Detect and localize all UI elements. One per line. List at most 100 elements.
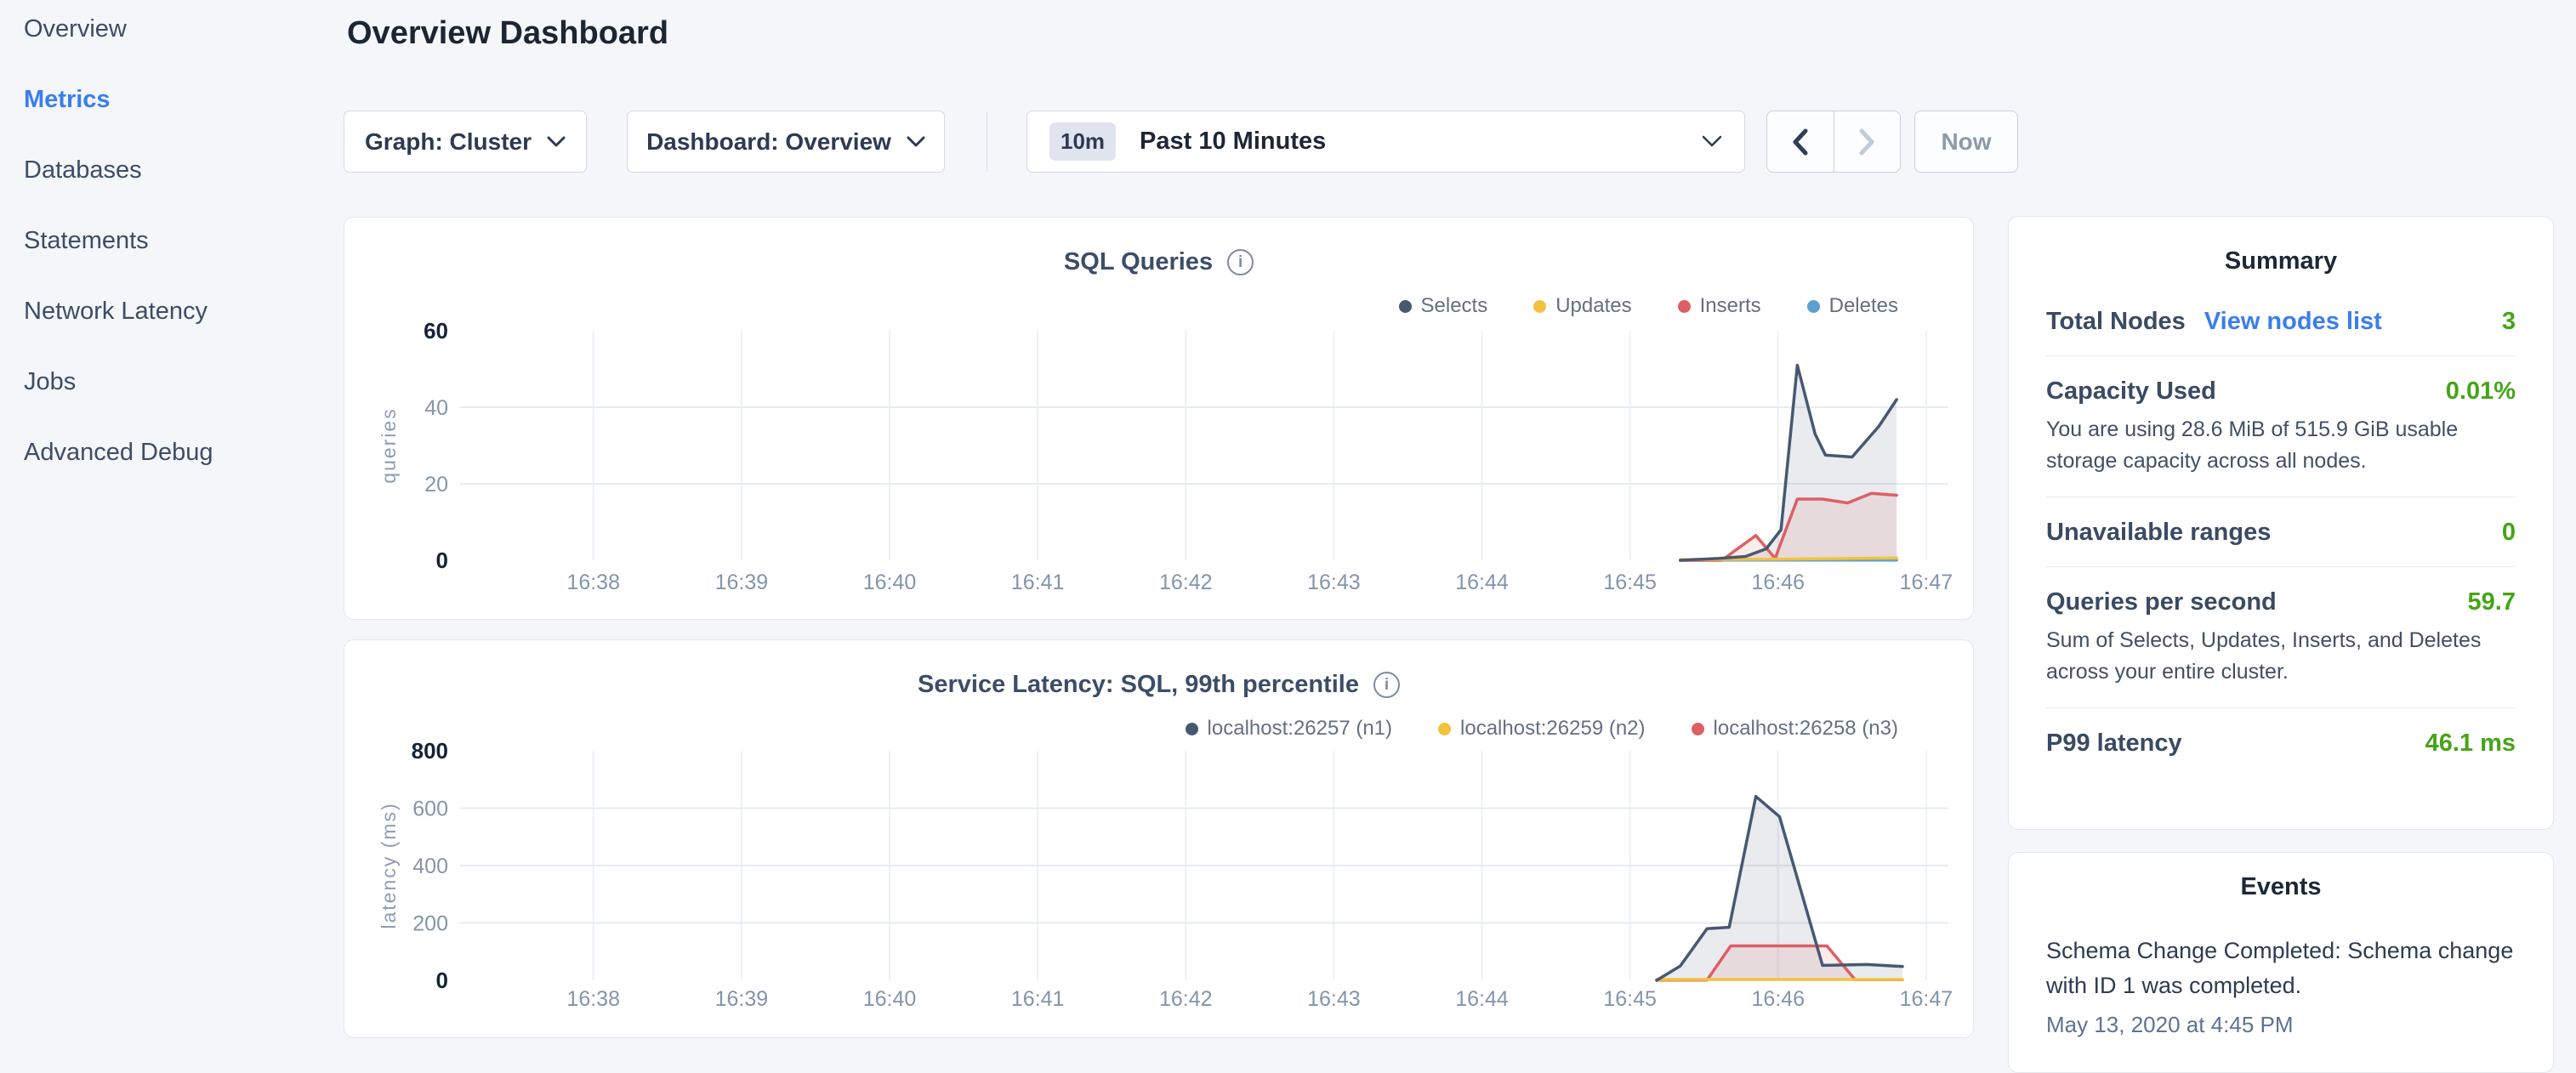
sql-queries-chart[interactable]: 16:3816:3916:4016:4116:4216:4316:4416:45… xyxy=(344,218,1973,619)
sidebar-item-databases[interactable]: Databases xyxy=(0,135,333,206)
legend-label: Updates xyxy=(1555,294,1631,318)
svg-text:16:39: 16:39 xyxy=(715,571,769,594)
summary-description: You are using 28.6 MiB of 515.9 GiB usab… xyxy=(2046,414,2516,477)
summary-row: Total NodesView nodes list3 xyxy=(2046,308,2516,355)
info-icon[interactable]: i xyxy=(1373,672,1400,698)
svg-text:16:45: 16:45 xyxy=(1603,571,1657,594)
svg-text:16:38: 16:38 xyxy=(566,571,620,594)
svg-text:16:47: 16:47 xyxy=(1900,571,1953,594)
graph-scope-dropdown-label: Graph: Cluster xyxy=(365,128,532,156)
sidebar: OverviewMetricsDatabasesStatementsNetwor… xyxy=(0,0,333,1051)
svg-text:16:42: 16:42 xyxy=(1159,571,1213,594)
legend-dot-icon xyxy=(1533,300,1546,313)
time-step-button-group xyxy=(1766,111,1901,173)
chart-title-text: Service Latency: SQL, 99th percentile xyxy=(918,671,1359,699)
event-timestamp: May 13, 2020 at 4:45 PM xyxy=(2046,1012,2516,1038)
service-latency-card: 16:3816:3916:4016:4116:4216:4316:4416:45… xyxy=(344,639,1974,1038)
summary-row: P99 latency 46.1 ms xyxy=(2046,707,2516,777)
legend-dot-icon xyxy=(1692,723,1704,735)
dashboard-dropdown-label: Dashboard: Overview xyxy=(646,128,891,156)
legend-dot-icon xyxy=(1438,723,1451,735)
event-item[interactable]: Schema Change Completed: Schema change w… xyxy=(2046,934,2516,1038)
summary-value: 0 xyxy=(2502,519,2516,547)
summary-value: 46.1 ms xyxy=(2425,730,2516,758)
legend-label: localhost:26258 (n3) xyxy=(1714,717,1898,741)
svg-text:200: 200 xyxy=(412,912,448,936)
summary-label: Capacity Used xyxy=(2046,378,2216,406)
sidebar-item-advanced-debug[interactable]: Advanced Debug xyxy=(0,417,333,488)
view-nodes-list-link[interactable]: View nodes list xyxy=(2204,308,2382,336)
chart-legend: localhost:26257 (n1) localhost:26259 (n2)… xyxy=(1186,717,1898,741)
summary-panel: Summary Total NodesView nodes list3Capac… xyxy=(2008,216,2554,830)
svg-text:16:38: 16:38 xyxy=(566,987,620,1011)
summary-label: P99 latency xyxy=(2046,730,2182,758)
legend-item: localhost:26259 (n2) xyxy=(1438,717,1645,741)
legend-label: localhost:26259 (n2) xyxy=(1460,717,1645,741)
info-icon[interactable]: i xyxy=(1227,249,1254,275)
now-button[interactable]: Now xyxy=(1914,111,2018,173)
svg-text:16:46: 16:46 xyxy=(1751,987,1805,1011)
svg-text:0: 0 xyxy=(436,968,448,993)
legend-dot-icon xyxy=(1186,723,1198,735)
legend-label: localhost:26257 (n1) xyxy=(1208,717,1392,741)
time-range-picker[interactable]: 10m Past 10 Minutes xyxy=(1026,111,1745,173)
legend-item: Deletes xyxy=(1807,294,1898,318)
event-message: Schema Change Completed: Schema change w… xyxy=(2046,934,2516,1003)
svg-text:16:39: 16:39 xyxy=(715,987,769,1011)
prev-time-button[interactable] xyxy=(1767,111,1834,172)
events-panel: Events Schema Change Completed: Schema c… xyxy=(2008,852,2554,1073)
svg-text:16:44: 16:44 xyxy=(1455,987,1509,1011)
graph-scope-dropdown[interactable]: Graph: Cluster xyxy=(344,111,587,173)
summary-rows: Total NodesView nodes list3Capacity Used… xyxy=(2046,308,2516,777)
summary-description: Sum of Selects, Updates, Inserts, and De… xyxy=(2046,625,2516,688)
legend-label: Selects xyxy=(1421,294,1488,318)
chevron-right-icon xyxy=(1858,128,1875,156)
legend-item: Inserts xyxy=(1678,294,1761,318)
legend-dot-icon xyxy=(1807,300,1820,313)
svg-text:400: 400 xyxy=(412,854,448,878)
svg-text:40: 40 xyxy=(424,396,448,420)
chevron-down-icon xyxy=(907,136,925,148)
sidebar-item-network-latency[interactable]: Network Latency xyxy=(0,276,333,347)
legend-label: Inserts xyxy=(1700,294,1761,318)
dashboard-dropdown[interactable]: Dashboard: Overview xyxy=(627,111,945,173)
summary-value: 59.7 xyxy=(2468,588,2516,616)
legend-item: Selects xyxy=(1399,294,1488,318)
summary-row: Queries per second 59.7 Sum of Selects, Up… xyxy=(2046,566,2516,707)
summary-title: Summary xyxy=(2046,247,2516,275)
sidebar-item-statements[interactable]: Statements xyxy=(0,206,333,276)
svg-text:16:43: 16:43 xyxy=(1307,987,1361,1011)
summary-label: Unavailable ranges xyxy=(2046,519,2271,547)
summary-value: 0.01% xyxy=(2446,378,2516,406)
page-title: Overview Dashboard xyxy=(347,15,668,52)
summary-label: Queries per second xyxy=(2046,588,2277,616)
svg-text:60: 60 xyxy=(424,318,448,343)
svg-text:16:40: 16:40 xyxy=(863,571,917,594)
svg-text:16:42: 16:42 xyxy=(1159,987,1213,1011)
svg-text:16:46: 16:46 xyxy=(1751,571,1805,594)
legend-item: localhost:26257 (n1) xyxy=(1186,717,1392,741)
sidebar-item-overview[interactable]: Overview xyxy=(0,0,333,65)
svg-text:16:47: 16:47 xyxy=(1900,987,1953,1011)
legend-label: Deletes xyxy=(1829,294,1898,318)
time-range-label: Past 10 Minutes xyxy=(1140,128,1702,156)
events-title: Events xyxy=(2046,873,2516,901)
svg-text:queries: queries xyxy=(378,407,400,483)
summary-row: Unavailable ranges 0 xyxy=(2046,497,2516,566)
summary-value: 3 xyxy=(2502,308,2516,336)
sidebar-item-metrics[interactable]: Metrics xyxy=(0,65,333,135)
next-time-button[interactable] xyxy=(1834,111,1901,172)
service-latency-chart[interactable]: 16:3816:3916:4016:4116:4216:4316:4416:45… xyxy=(344,640,1973,1037)
chart-title: Service Latency: SQL, 99th percentile i xyxy=(344,671,1973,699)
svg-text:0: 0 xyxy=(436,548,448,573)
chevron-down-icon xyxy=(547,136,566,148)
svg-text:16:40: 16:40 xyxy=(863,987,917,1011)
chart-legend: Selects Updates Inserts Deletes xyxy=(1399,294,1899,318)
svg-text:16:45: 16:45 xyxy=(1603,987,1657,1011)
svg-text:16:43: 16:43 xyxy=(1307,571,1361,594)
sidebar-item-jobs[interactable]: Jobs xyxy=(0,347,333,417)
legend-dot-icon xyxy=(1399,300,1412,313)
legend-dot-icon xyxy=(1678,300,1691,313)
chevron-left-icon xyxy=(1792,128,1809,156)
chart-title-text: SQL Queries xyxy=(1064,248,1213,276)
